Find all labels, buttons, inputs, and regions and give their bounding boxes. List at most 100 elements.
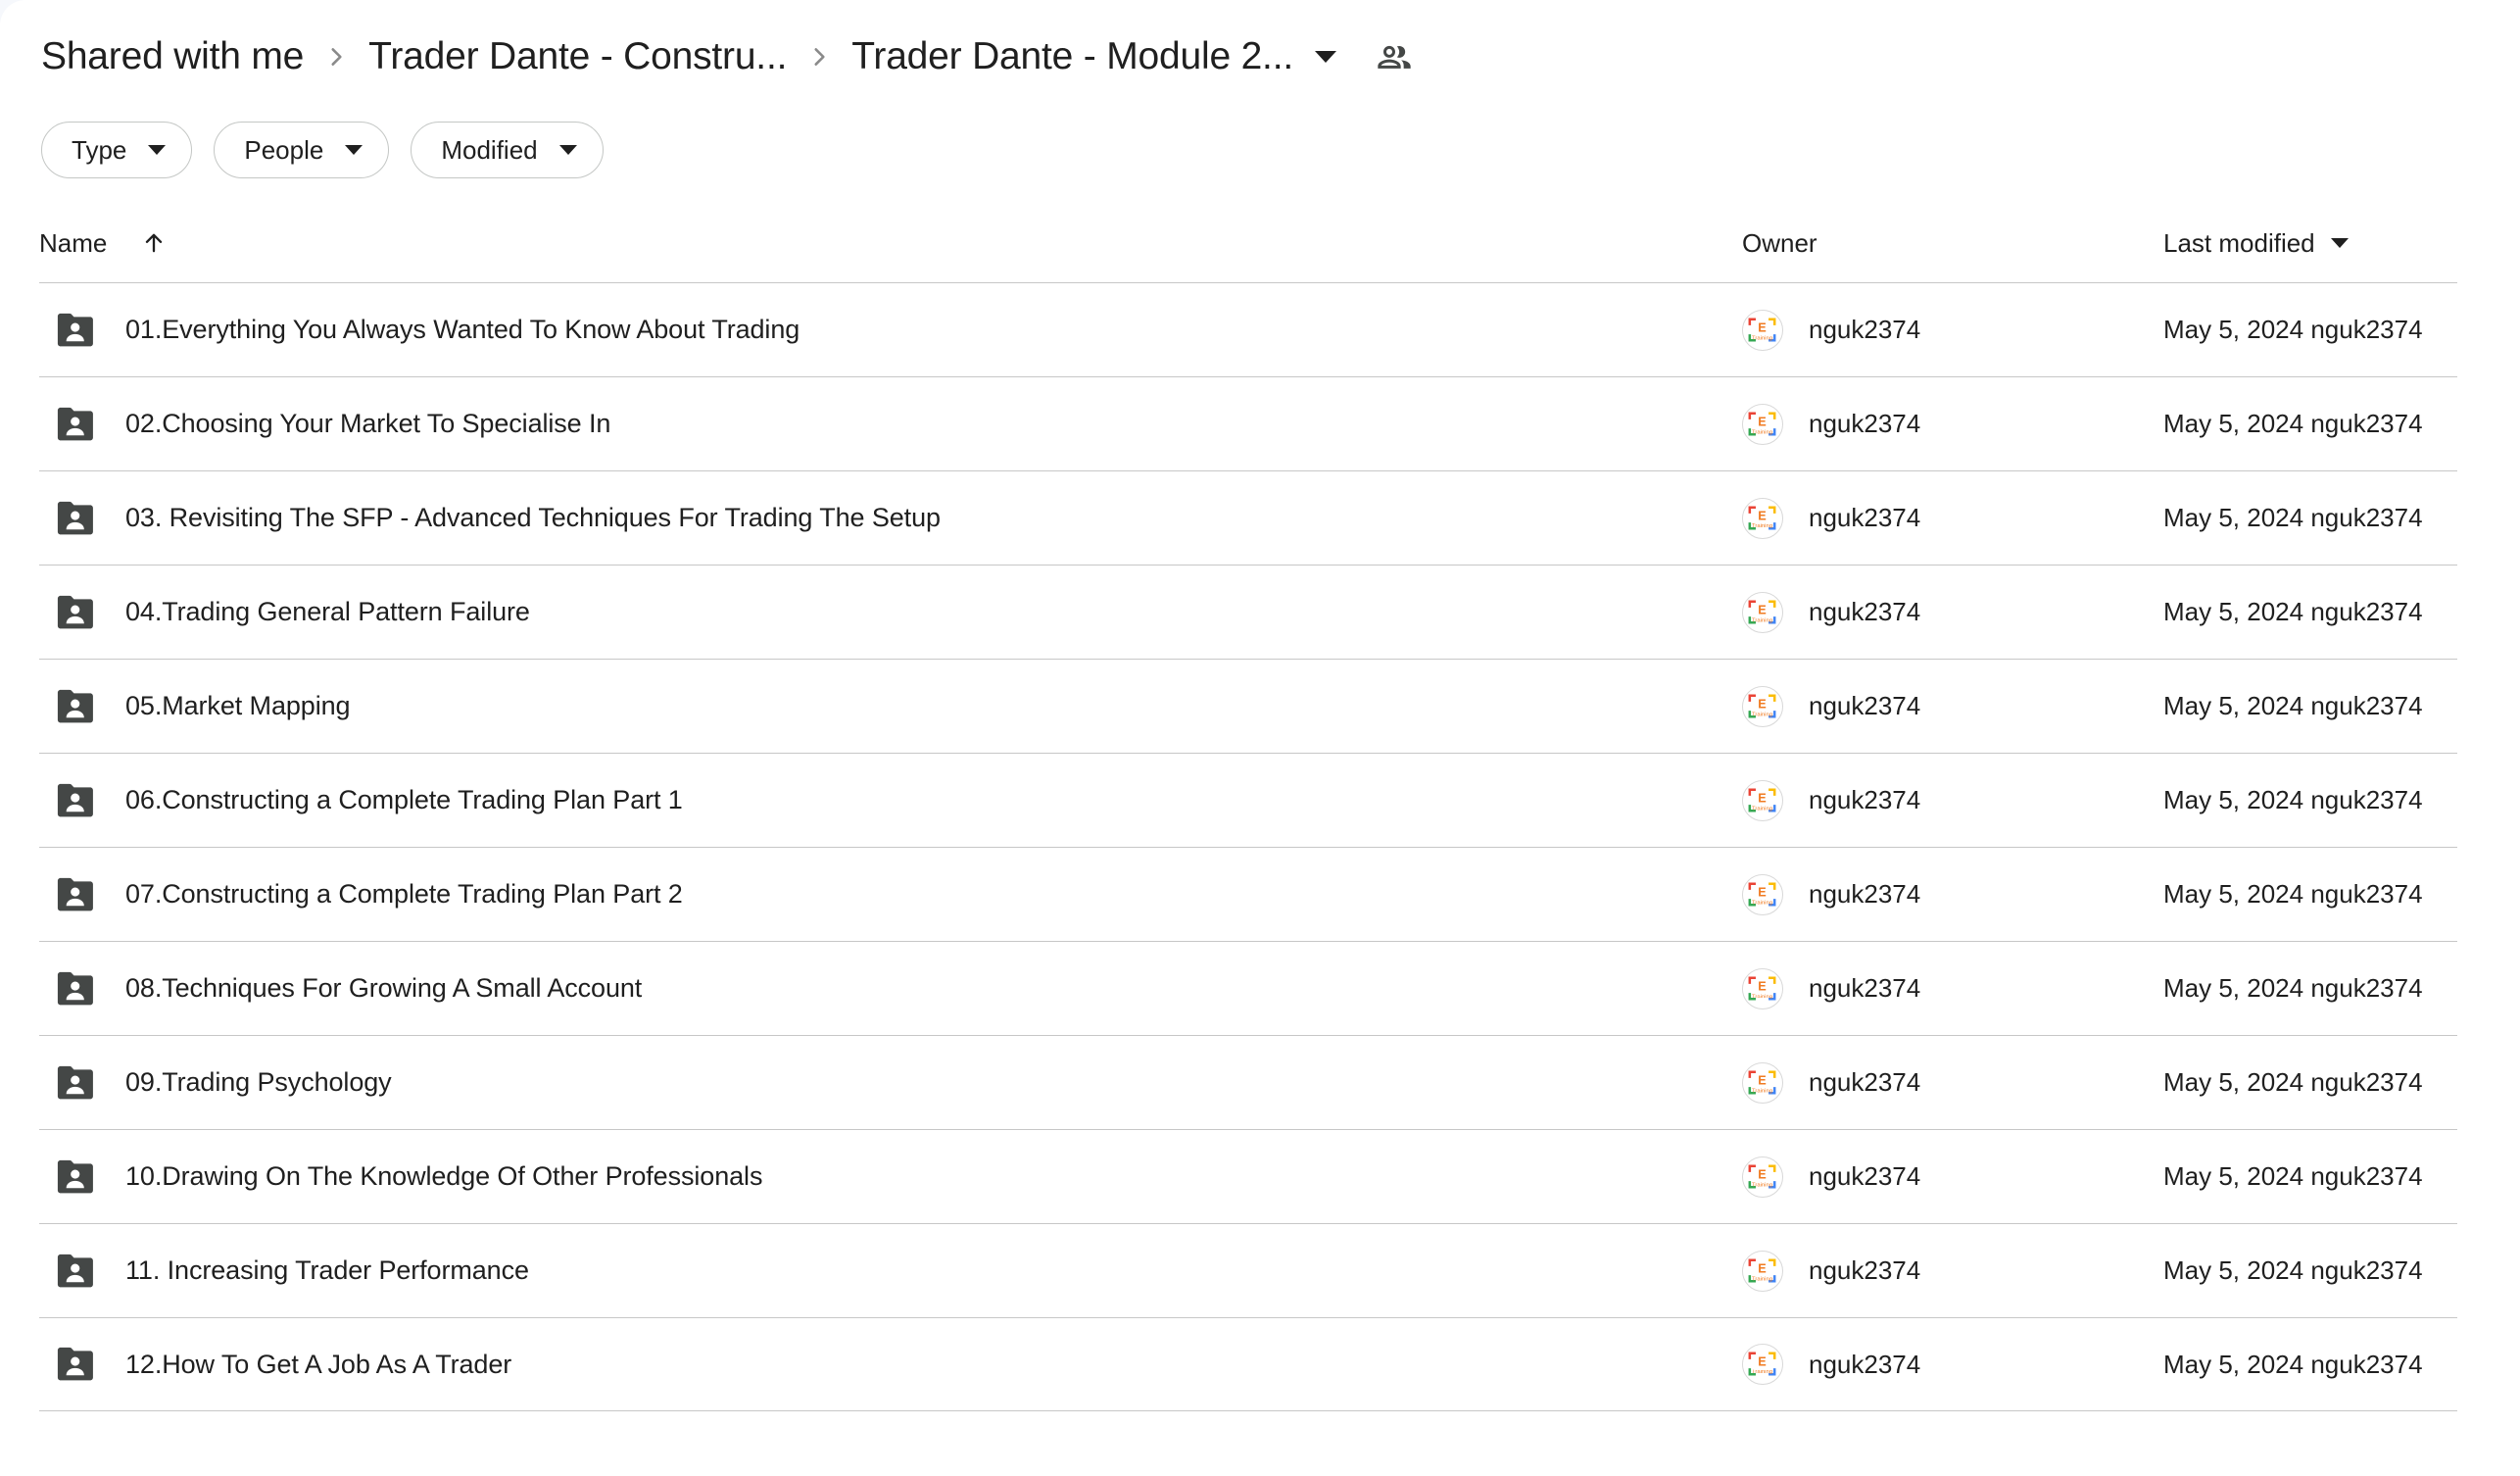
e-training-logo-icon: E Training xyxy=(1742,1156,1783,1198)
last-modified-label: May 5, 2024 nguk2374 xyxy=(2163,1161,2423,1191)
e-training-logo-icon: E Training xyxy=(1742,497,1783,539)
breadcrumb: Shared with me Trader Dante - Constru...… xyxy=(0,0,2520,114)
file-name-label: 07.Constructing a Complete Trading Plan … xyxy=(125,879,683,909)
row-name-cell: 05.Market Mapping xyxy=(39,687,1742,726)
owner-name-label: nguk2374 xyxy=(1809,409,1921,438)
last-modified-label: May 5, 2024 nguk2374 xyxy=(2163,1067,2423,1097)
svg-text:E: E xyxy=(1758,1073,1766,1087)
e-training-logo-icon: E Training xyxy=(1742,403,1783,445)
last-modified-label: May 5, 2024 nguk2374 xyxy=(2163,973,2423,1003)
last-modified-label: May 5, 2024 nguk2374 xyxy=(2163,785,2423,814)
svg-text:E: E xyxy=(1758,791,1766,805)
chevron-right-icon xyxy=(804,42,834,72)
row-owner-cell: E Training nguk2374 xyxy=(1742,873,2163,915)
arrow-up-icon[interactable] xyxy=(140,229,168,257)
column-header-name[interactable]: Name xyxy=(39,228,1742,259)
shared-folder-icon xyxy=(53,1345,96,1384)
e-training-logo-icon: E Training xyxy=(1742,591,1783,633)
e-training-logo-icon: E Training xyxy=(1742,873,1783,915)
row-name-cell: 09.Trading Psychology xyxy=(39,1063,1742,1103)
file-name-label: 10.Drawing On The Knowledge Of Other Pro… xyxy=(125,1161,763,1191)
table-row[interactable]: 05.Market Mapping E Training nguk2374 Ma… xyxy=(39,659,2457,753)
filter-chip-bar: Type People Modified xyxy=(0,114,2520,186)
last-modified-label: May 5, 2024 nguk2374 xyxy=(2163,1349,2423,1379)
breadcrumb-item-shared-with-me[interactable]: Shared with me xyxy=(41,35,304,78)
svg-text:E: E xyxy=(1758,1261,1766,1275)
owner-name-label: nguk2374 xyxy=(1809,1349,1921,1379)
table-row[interactable]: 11. Increasing Trader Performance E Trai… xyxy=(39,1223,2457,1317)
filter-chip-modified[interactable]: Modified xyxy=(411,122,604,178)
row-last-modified-cell: May 5, 2024 nguk2374 xyxy=(2163,1161,2457,1192)
last-modified-label: May 5, 2024 nguk2374 xyxy=(2163,503,2423,532)
table-row[interactable]: 08.Techniques For Growing A Small Accoun… xyxy=(39,941,2457,1035)
table-row[interactable]: 06.Constructing a Complete Trading Plan … xyxy=(39,753,2457,847)
shared-folder-icon xyxy=(53,593,96,632)
breadcrumb-item-current-folder[interactable]: Trader Dante - Module 2... xyxy=(851,35,1293,78)
file-name-label: 08.Techniques For Growing A Small Accoun… xyxy=(125,973,643,1003)
file-name-label: 11. Increasing Trader Performance xyxy=(125,1255,529,1285)
e-training-logo-icon: E Training xyxy=(1742,1061,1783,1104)
row-last-modified-cell: May 5, 2024 nguk2374 xyxy=(2163,597,2457,627)
file-name-label: 01.Everything You Always Wanted To Know … xyxy=(125,315,800,344)
table-row[interactable]: 10.Drawing On The Knowledge Of Other Pro… xyxy=(39,1129,2457,1223)
row-name-cell: 02.Choosing Your Market To Specialise In xyxy=(39,405,1742,444)
row-last-modified-cell: May 5, 2024 nguk2374 xyxy=(2163,409,2457,439)
owner-name-label: nguk2374 xyxy=(1809,597,1921,626)
breadcrumb-item-parent-folder[interactable]: Trader Dante - Constru... xyxy=(368,35,787,78)
shared-folder-icon xyxy=(53,781,96,820)
table-row[interactable]: 02.Choosing Your Market To Specialise In… xyxy=(39,376,2457,470)
table-row[interactable]: 01.Everything You Always Wanted To Know … xyxy=(39,282,2457,376)
svg-text:E: E xyxy=(1758,1354,1766,1368)
row-owner-cell: E Training nguk2374 xyxy=(1742,309,2163,351)
e-training-logo-icon: E Training xyxy=(1742,967,1783,1009)
table-row[interactable]: 12.How To Get A Job As A Trader E Traini… xyxy=(39,1317,2457,1411)
row-last-modified-cell: May 5, 2024 nguk2374 xyxy=(2163,785,2457,815)
row-last-modified-cell: May 5, 2024 nguk2374 xyxy=(2163,1067,2457,1098)
file-table: Name Owner Last modified 01.Everything Y… xyxy=(0,216,2520,1411)
row-owner-cell: E Training nguk2374 xyxy=(1742,1061,2163,1104)
owner-name-label: nguk2374 xyxy=(1809,1255,1921,1285)
row-name-cell: 01.Everything You Always Wanted To Know … xyxy=(39,311,1742,350)
shared-folder-icon xyxy=(53,687,96,726)
last-modified-label: May 5, 2024 nguk2374 xyxy=(2163,315,2423,344)
table-row[interactable]: 03. Revisiting The SFP - Advanced Techni… xyxy=(39,470,2457,565)
svg-text:Training: Training xyxy=(1752,900,1772,906)
svg-text:Training: Training xyxy=(1752,523,1772,529)
svg-text:E: E xyxy=(1758,697,1766,711)
chevron-down-icon xyxy=(148,145,167,155)
chevron-right-icon xyxy=(321,42,351,72)
file-table-header: Name Owner Last modified xyxy=(39,216,2457,271)
row-owner-cell: E Training nguk2374 xyxy=(1742,1250,2163,1292)
column-header-last-modified[interactable]: Last modified xyxy=(2163,228,2457,259)
table-row[interactable]: 04.Trading General Pattern Failure E Tra… xyxy=(39,565,2457,659)
last-modified-label: May 5, 2024 nguk2374 xyxy=(2163,691,2423,720)
owner-name-label: nguk2374 xyxy=(1809,879,1921,909)
chevron-down-icon[interactable] xyxy=(1314,51,1336,63)
e-training-logo-icon: E Training xyxy=(1742,309,1783,351)
row-owner-cell: E Training nguk2374 xyxy=(1742,685,2163,727)
row-owner-cell: E Training nguk2374 xyxy=(1742,1344,2163,1385)
last-modified-label: May 5, 2024 nguk2374 xyxy=(2163,409,2423,438)
svg-text:E: E xyxy=(1758,979,1766,993)
row-owner-cell: E Training nguk2374 xyxy=(1742,779,2163,821)
table-row[interactable]: 09.Trading Psychology E Training nguk237… xyxy=(39,1035,2457,1129)
owner-name-label: nguk2374 xyxy=(1809,691,1921,720)
row-name-cell: 06.Constructing a Complete Trading Plan … xyxy=(39,781,1742,820)
svg-text:E: E xyxy=(1758,509,1766,522)
column-header-owner[interactable]: Owner xyxy=(1742,228,2163,259)
svg-text:Training: Training xyxy=(1752,1088,1772,1094)
svg-text:E: E xyxy=(1758,1167,1766,1181)
last-modified-label: May 5, 2024 nguk2374 xyxy=(2163,597,2423,626)
table-row[interactable]: 07.Constructing a Complete Trading Plan … xyxy=(39,847,2457,941)
shared-folder-icon xyxy=(53,1252,96,1291)
row-owner-cell: E Training nguk2374 xyxy=(1742,403,2163,445)
shared-folder-icon xyxy=(53,875,96,914)
row-name-cell: 12.How To Get A Job As A Trader xyxy=(39,1345,1742,1384)
svg-text:Training: Training xyxy=(1752,1276,1772,1282)
last-modified-label: May 5, 2024 nguk2374 xyxy=(2163,1255,2423,1285)
people-shared-icon[interactable] xyxy=(1372,34,1417,79)
shared-folder-icon xyxy=(53,405,96,444)
file-name-label: 05.Market Mapping xyxy=(125,691,351,720)
filter-chip-type[interactable]: Type xyxy=(41,122,193,178)
filter-chip-people[interactable]: People xyxy=(214,122,390,178)
